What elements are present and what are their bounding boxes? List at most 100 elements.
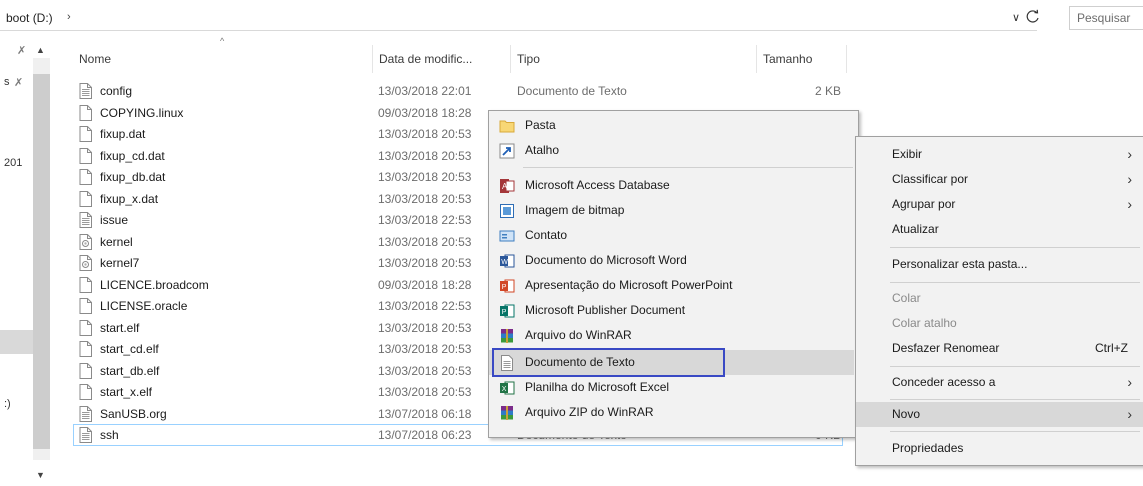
nav-item-selected[interactable] (0, 330, 33, 354)
breadcrumb[interactable]: boot (D:) (6, 11, 53, 25)
breadcrumb-separator-icon[interactable]: › (67, 11, 71, 23)
menu-item-propriedades[interactable]: Propriedades (856, 436, 1143, 461)
menu-separator (890, 366, 1140, 367)
blank-file-icon (79, 190, 92, 207)
new-menu-item-label: Imagem de bitmap (525, 203, 625, 217)
nav-scrollbar-thumb[interactable] (33, 74, 50, 449)
winrar-zip-icon (499, 405, 515, 421)
new-menu-item-label: Planilha do Microsoft Excel (525, 380, 670, 394)
nav-item-fragment[interactable]: :) (4, 398, 11, 410)
blank-file-icon (79, 341, 92, 357)
file-date: 13/03/2018 20:53 (378, 320, 472, 335)
text-file-icon (79, 83, 92, 99)
new-item-submenu: Pasta Atalho A Microsoft Access Database Ima… (488, 110, 859, 438)
menu-separator (890, 399, 1140, 400)
file-name: start_x.elf (100, 385, 153, 399)
file-date: 13/03/2018 20:53 (378, 148, 472, 163)
file-name: fixup.dat (100, 127, 146, 141)
text-file-icon (79, 405, 92, 422)
new-menu-item[interactable]: A Microsoft Access Database (489, 173, 858, 198)
new-menu-item[interactable]: Arquivo do WinRAR (489, 323, 858, 348)
new-menu-item-label: Pasta (525, 118, 556, 132)
new-menu-item[interactable]: Atalho (489, 138, 858, 163)
new-menu-item[interactable]: P Apresentação do Microsoft PowerPoint (489, 273, 858, 298)
menu-item-atualizar[interactable]: Atualizar (856, 217, 1143, 242)
image-file-icon (79, 255, 92, 271)
menu-item-colar-atalho[interactable]: Colar atalho (856, 311, 1143, 336)
column-header-size[interactable]: Tamanho (757, 45, 847, 73)
menu-item-exibir[interactable]: Exibir › (856, 142, 1143, 167)
new-menu-item[interactable]: Pasta (489, 113, 858, 138)
file-size: 2 KB (814, 84, 841, 98)
shortcut-icon (499, 143, 515, 159)
address-bar[interactable] (0, 8, 1037, 31)
svg-text:A: A (502, 182, 508, 191)
file-date: 13/03/2018 22:01 (378, 84, 472, 98)
column-header-name[interactable]: Nome (73, 45, 373, 73)
chevron-right-icon: › (1127, 406, 1132, 422)
chevron-right-icon: › (1127, 146, 1132, 162)
file-name: COPYING.linux (100, 105, 184, 120)
context-menu: Exibir › Classificar por › Agrupar por ›… (855, 136, 1143, 466)
file-date: 09/03/2018 18:28 (378, 105, 472, 120)
chevron-right-icon: › (1127, 171, 1132, 187)
nav-item-fragment[interactable]: 201 (4, 157, 22, 169)
blank-file-icon (79, 147, 92, 164)
shortcut-label: Ctrl+Z (1095, 341, 1128, 355)
new-menu-item-label: Arquivo do WinRAR (525, 328, 632, 342)
file-name: fixup_cd.dat (100, 148, 165, 163)
access-icon: A (499, 178, 515, 194)
word-icon: W (499, 253, 515, 269)
folder-icon (499, 118, 515, 134)
new-menu-item-label: Atalho (525, 143, 560, 157)
file-name: start.elf (100, 320, 140, 335)
nav-item-fragment[interactable]: s (4, 76, 10, 88)
pin-icon[interactable]: ✗ (17, 44, 26, 57)
menu-item-conceder[interactable]: Conceder acesso a › (856, 370, 1143, 395)
pin-icon[interactable]: ✗ (14, 76, 23, 89)
menu-item-agrupar[interactable]: Agrupar por › (856, 192, 1143, 217)
file-name: fixup_db.dat (100, 170, 166, 184)
file-type: Documento de Texto (517, 84, 627, 98)
new-menu-item-label: Microsoft Access Database (525, 178, 670, 192)
menu-item-personalizar[interactable]: Personalizar esta pasta... (856, 252, 1143, 277)
blank-file-icon (79, 104, 92, 121)
table-row[interactable]: config 13/03/2018 22:01 Documento de Texto… (73, 80, 843, 102)
chevron-down-icon[interactable]: ∨ (1012, 11, 1020, 24)
new-menu-item[interactable]: W Documento do Microsoft Word (489, 248, 858, 273)
scroll-up-icon[interactable]: ▲ (36, 45, 45, 55)
new-menu-item[interactable]: Arquivo ZIP do WinRAR (489, 400, 858, 425)
contact-icon (499, 228, 515, 244)
refresh-icon[interactable] (1024, 8, 1042, 26)
file-date: 13/07/2018 06:18 (378, 406, 472, 421)
new-menu-item[interactable]: P Microsoft Publisher Document (489, 298, 858, 323)
menu-separator (890, 431, 1140, 432)
new-menu-item-label: Microsoft Publisher Document (525, 303, 686, 317)
chevron-right-icon: › (1127, 196, 1132, 212)
file-name: kernel (100, 234, 133, 249)
column-header-date[interactable]: Data de modific... (373, 45, 511, 73)
new-menu-item[interactable]: X Planilha do Microsoft Excel (489, 375, 858, 400)
file-date: 13/03/2018 20:53 (378, 342, 472, 356)
menu-item-colar[interactable]: Colar (856, 286, 1143, 311)
menu-item-novo[interactable]: Novo › (856, 402, 1143, 427)
menu-item-desfazer[interactable]: Desfazer Renomear Ctrl+Z (856, 336, 1143, 361)
svg-text:X: X (502, 386, 507, 393)
file-date: 13/03/2018 20:53 (378, 256, 472, 270)
file-date: 13/03/2018 20:53 (378, 170, 472, 184)
column-header-type[interactable]: Tipo (511, 45, 757, 73)
scroll-down-icon[interactable]: ▼ (36, 470, 45, 480)
new-menu-item-label: Apresentação do Microsoft PowerPoint (525, 278, 733, 292)
file-name: start_db.elf (100, 363, 160, 378)
new-menu-item-label: Documento do Microsoft Word (525, 253, 687, 267)
menu-separator (890, 247, 1140, 248)
blank-file-icon (79, 384, 92, 400)
file-date: 13/03/2018 20:53 (378, 191, 472, 206)
menu-item-classificar[interactable]: Classificar por › (856, 167, 1143, 192)
file-date: 13/03/2018 20:53 (378, 234, 472, 249)
file-name: config (100, 84, 133, 98)
blank-file-icon (79, 276, 92, 293)
new-menu-item[interactable]: Imagem de bitmap (489, 198, 858, 223)
menu-separator (523, 167, 853, 168)
new-menu-item[interactable]: Contato (489, 223, 858, 248)
